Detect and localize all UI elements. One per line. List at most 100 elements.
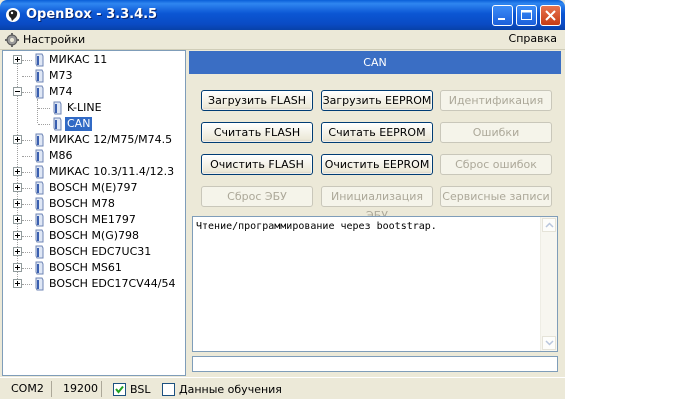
expand-icon[interactable] — [13, 199, 22, 208]
tree-node-label: M73 — [49, 69, 73, 82]
menu-bar: Настройки Справка — [0, 30, 565, 50]
tree-node[interactable]: M74 — [3, 84, 185, 100]
main-window: OpenBox - 3.3.4.5 Настройки Справка МИКА… — [0, 0, 565, 399]
app-logo-icon — [6, 8, 20, 22]
folder-icon — [35, 197, 44, 211]
tree-node-label: M74 — [49, 85, 73, 98]
tree-node-label: M86 — [49, 149, 73, 162]
training-data-checkbox[interactable]: Данные обучения — [162, 381, 282, 397]
tree-line — [22, 188, 32, 189]
tree-node[interactable]: CAN — [3, 116, 185, 132]
tree-line — [22, 60, 32, 61]
tree-line — [22, 268, 32, 269]
can-panel: CAN Загрузить FLASH Загрузить EEPROM Иде… — [188, 50, 563, 376]
tree-line — [22, 284, 32, 285]
tree-node[interactable]: K-LINE — [3, 100, 185, 116]
bsl-label: BSL — [130, 382, 151, 396]
training-label: Данные обучения — [179, 382, 282, 396]
scroll-up-button[interactable] — [542, 218, 556, 232]
folder-icon — [53, 117, 62, 131]
read-eeprom-button[interactable]: Считать EEPROM — [321, 122, 433, 143]
tree-node[interactable]: BOSCH M(G)798 — [3, 228, 185, 244]
expand-icon[interactable] — [13, 215, 22, 224]
close-button[interactable] — [540, 5, 561, 26]
load-eeprom-button[interactable]: Загрузить EEPROM — [321, 90, 433, 111]
tree-line — [38, 124, 50, 125]
tree-line — [22, 92, 32, 93]
bsl-check-box[interactable] — [113, 382, 126, 396]
ecu-tree[interactable]: МИКАС 11 M73 M74 K-LINE CAN МИКАС 12/M75/M74.… — [2, 50, 186, 376]
folder-icon — [53, 101, 62, 115]
folder-icon — [35, 53, 44, 67]
folder-icon — [35, 165, 44, 179]
tree-node[interactable]: BOSCH M78 — [3, 196, 185, 212]
load-flash-button[interactable]: Загрузить FLASH — [201, 90, 313, 111]
folder-icon — [35, 181, 44, 195]
errors-button[interactable]: Ошибки — [440, 122, 552, 143]
port-status: COM2 — [8, 381, 52, 397]
tree-node[interactable]: M73 — [3, 68, 185, 84]
tree-node[interactable]: BOSCH M(E)797 — [3, 180, 185, 196]
folder-icon — [35, 277, 44, 291]
tree-node-label: CAN — [65, 117, 93, 131]
expand-icon[interactable] — [13, 183, 22, 192]
tree-node[interactable]: МИКАС 10.3/11.4/12.3 — [3, 164, 185, 180]
minimize-icon — [498, 18, 505, 20]
tree-line — [38, 108, 50, 109]
command-input[interactable] — [192, 356, 558, 372]
close-icon — [545, 10, 556, 21]
folder-icon — [35, 69, 44, 83]
training-check-box[interactable] — [162, 382, 175, 396]
folder-icon — [35, 229, 44, 243]
expand-icon[interactable] — [13, 55, 22, 64]
baud-status: 19200 — [60, 381, 102, 397]
clear-flash-button[interactable]: Очистить FLASH — [201, 154, 313, 175]
scroll-down-button[interactable] — [542, 336, 556, 350]
checkmark-icon — [115, 385, 124, 394]
menu-settings[interactable]: Настройки — [4, 31, 89, 48]
folder-icon — [35, 85, 44, 99]
tree-node-label: BOSCH MS61 — [49, 261, 122, 274]
expand-icon[interactable] — [13, 247, 22, 256]
tree-node-label: BOSCH EDC17CV44/54 — [49, 277, 176, 290]
reset-errors-button[interactable]: Сброс ошибок — [440, 154, 552, 175]
tree-line — [22, 76, 32, 77]
log-scrollbar[interactable] — [540, 217, 557, 351]
tree-node[interactable]: M86 — [3, 148, 185, 164]
tree-node-label: BOSCH EDC7UC31 — [49, 245, 152, 258]
identification-button[interactable]: Идентификация — [440, 90, 552, 111]
folder-icon — [35, 149, 44, 163]
reset-ecu-button[interactable]: Сброс ЭБУ — [201, 186, 313, 207]
tree-node[interactable]: BOSCH ME1797 — [3, 212, 185, 228]
minimize-button[interactable] — [492, 5, 513, 26]
log-output[interactable]: Чтение/программирование через bootstrap. — [192, 216, 558, 352]
tree-node[interactable]: BOSCH EDC17CV44/54 — [3, 276, 185, 292]
expand-icon[interactable] — [13, 279, 22, 288]
tree-node[interactable]: BOSCH MS61 — [3, 260, 185, 276]
expand-icon[interactable] — [13, 231, 22, 240]
menu-help[interactable]: Справка — [509, 32, 557, 45]
bsl-checkbox[interactable]: BSL — [113, 381, 150, 397]
tree-node-label: BOSCH M78 — [49, 197, 115, 210]
read-flash-button[interactable]: Считать FLASH — [201, 122, 313, 143]
tree-node[interactable]: BOSCH EDC7UC31 — [3, 244, 185, 260]
tree-node-label: МИКАС 11 — [49, 53, 108, 66]
tree-line — [22, 172, 32, 173]
expand-icon[interactable] — [13, 167, 22, 176]
tree-node-label: K-LINE — [67, 101, 102, 114]
tree-node[interactable]: МИКАС 11 — [3, 52, 185, 68]
tree-node[interactable]: МИКАС 12/M75/M74.5 — [3, 132, 185, 148]
service-records-button[interactable]: Сервисные записи — [440, 186, 552, 207]
clear-eeprom-button[interactable]: Очистить EEPROM — [321, 154, 433, 175]
collapse-icon[interactable] — [13, 87, 22, 96]
title-bar[interactable]: OpenBox - 3.3.4.5 — [0, 0, 565, 30]
init-ecu-button[interactable]: Инициализация ЭБУ — [321, 186, 433, 222]
tree-line — [22, 156, 32, 157]
expand-icon[interactable] — [13, 263, 22, 272]
status-bar: COM2 19200 BSL Данные обучения — [0, 377, 565, 399]
expand-icon[interactable] — [13, 135, 22, 144]
log-text: Чтение/программирование через bootstrap. — [196, 221, 437, 232]
tree-node-label: BOSCH M(G)798 — [49, 229, 140, 242]
maximize-button[interactable] — [516, 5, 537, 26]
folder-icon — [35, 245, 44, 259]
